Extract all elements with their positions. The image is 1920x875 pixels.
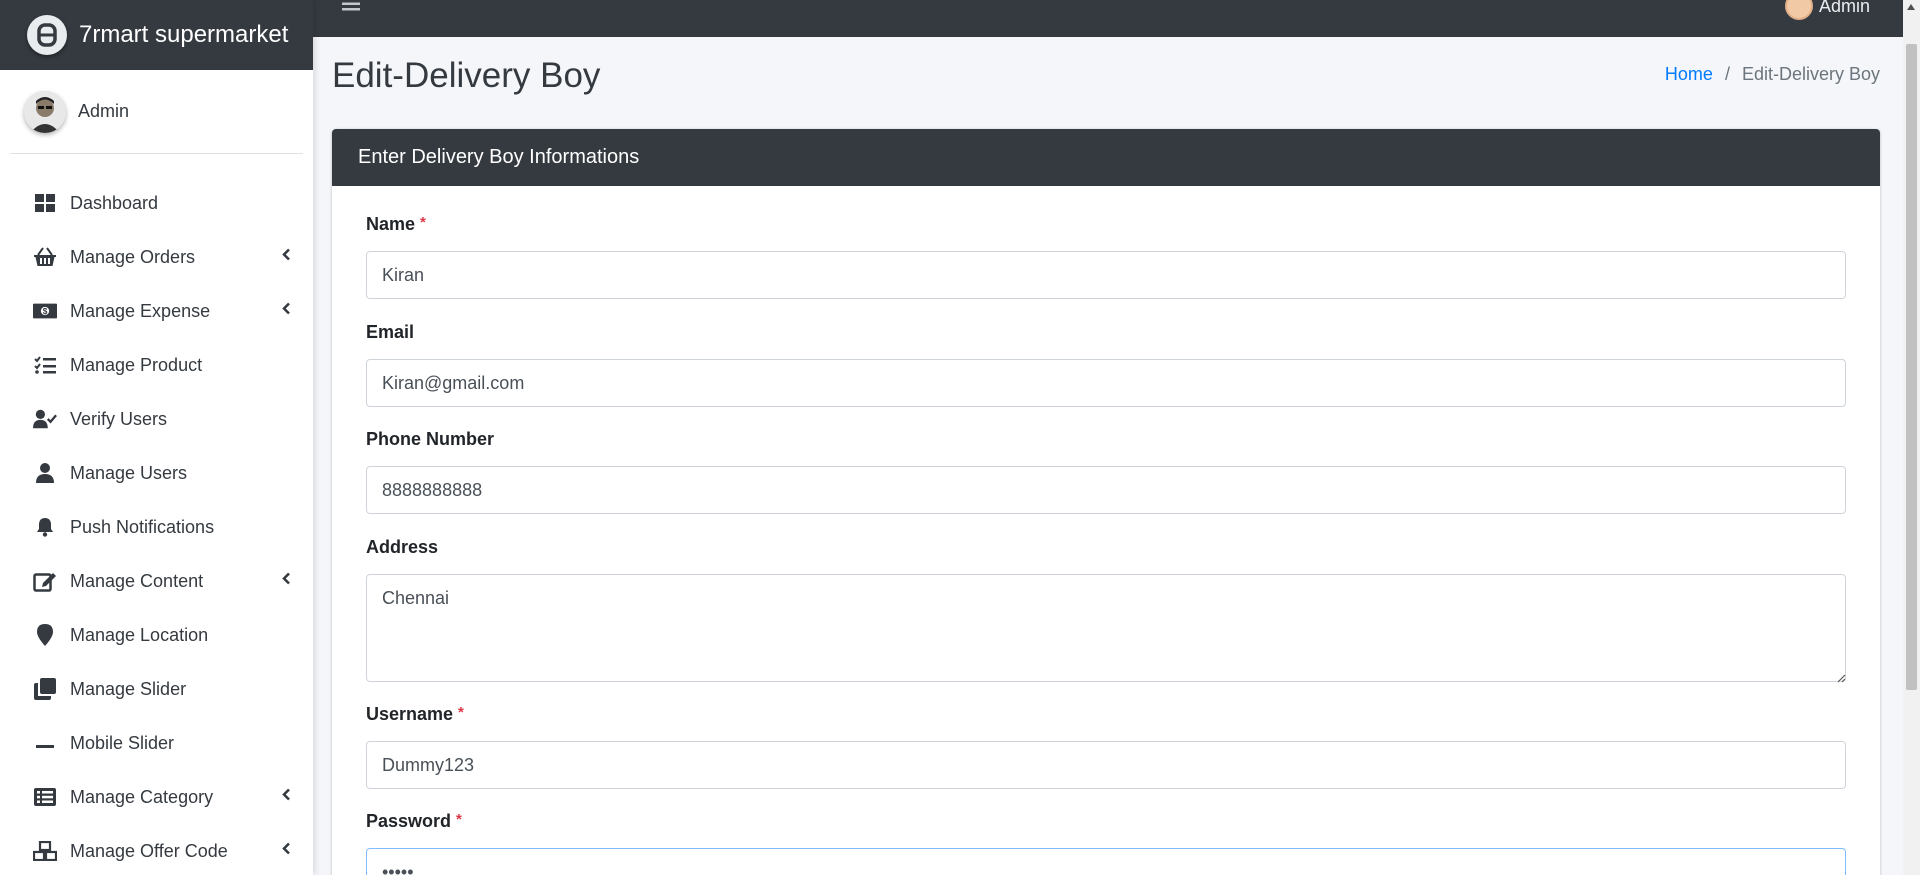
delivery-boy-form-card: Enter Delivery Boy Informations Name* Em…: [332, 129, 1880, 875]
sidebar-item-push-notifications[interactable]: Push Notifications: [0, 500, 313, 554]
sidebar-item-manage-content[interactable]: Manage Content: [0, 554, 313, 608]
user-panel[interactable]: Admin: [10, 70, 303, 154]
page-title: Edit-Delivery Boy: [332, 56, 601, 95]
address-label: Address: [366, 537, 439, 557]
sidebar-item-manage-offer-code[interactable]: Manage Offer Code: [0, 824, 313, 875]
sidebar-nav: Dashboard Manage Orders $ Manage Expense: [0, 154, 313, 875]
avatar: [24, 90, 66, 133]
password-label-text: Password: [366, 811, 452, 831]
clone-icon: [33, 677, 57, 701]
chevron-left-icon: [282, 248, 291, 266]
sidebar-item-label: Manage Users: [70, 462, 188, 483]
hamburger-menu-icon[interactable]: [342, 0, 360, 14]
card-header: Enter Delivery Boy Informations: [332, 129, 1880, 186]
required-marker: *: [456, 811, 462, 828]
name-label: Name *: [366, 214, 426, 235]
sidebar-item-manage-users[interactable]: Manage Users: [0, 446, 313, 500]
avatar: [1784, 0, 1813, 20]
resize-grip-icon[interactable]: [1836, 670, 1846, 683]
scrollbar-thumb[interactable]: [1906, 44, 1917, 690]
phone-label: Phone Number: [366, 429, 495, 449]
scroll-up-arrow-icon[interactable]: [1907, 4, 1915, 10]
password-input[interactable]: [366, 848, 1846, 875]
svg-text:$: $: [43, 306, 48, 316]
dashboard-icon: [33, 191, 57, 215]
email-label: Email: [366, 322, 415, 342]
sidebar-item-label: Push Notifications: [70, 516, 215, 537]
brand-link[interactable]: 7rmart supermarket: [0, 0, 313, 70]
name-label-text: Name: [366, 214, 416, 234]
breadcrumb: Home / Edit-Delivery Boy: [1665, 64, 1880, 85]
sidebar-item-label: Verify Users: [70, 408, 168, 429]
sidebar-item-manage-orders[interactable]: Manage Orders: [0, 230, 313, 284]
cubes-icon: [33, 839, 57, 863]
sidebar-item-label: Mobile Slider: [70, 732, 175, 753]
map-marker-icon: [33, 623, 57, 647]
edit-icon: [33, 569, 57, 593]
sidebar-item-manage-location[interactable]: Manage Location: [0, 608, 313, 662]
sidebar-item-manage-product[interactable]: Manage Product: [0, 338, 313, 392]
chevron-left-icon: [282, 842, 291, 860]
top-navbar: Admin: [313, 0, 1920, 37]
sidebar: 7rmart supermarket Admin Dashboard Manag…: [0, 0, 313, 875]
sidebar-item-manage-expense[interactable]: $ Manage Expense: [0, 284, 313, 338]
username-label: Username *: [366, 704, 464, 725]
top-user-menu[interactable]: Admin: [1784, 0, 1870, 20]
sidebar-item-manage-category[interactable]: Manage Category: [0, 770, 313, 824]
page-scrollbar[interactable]: [1903, 0, 1920, 875]
sidebar-item-label: Manage Product: [70, 354, 203, 375]
sidebar-user-name: Admin: [78, 101, 130, 121]
phone-input[interactable]: [366, 466, 1846, 514]
tasks-icon: [33, 353, 57, 377]
top-user-name: Admin: [1818, 0, 1870, 16]
email-input[interactable]: [366, 359, 1846, 407]
sidebar-item-label: Manage Offer Code: [70, 840, 228, 861]
sidebar-item-label: Dashboard: [70, 192, 159, 213]
chevron-left-icon: [282, 302, 291, 320]
address-textarea[interactable]: Chennai: [366, 574, 1846, 682]
brand-logo-icon: [27, 15, 67, 55]
required-marker: *: [420, 214, 426, 231]
money-bill-icon: $: [33, 299, 57, 323]
user-icon: [33, 461, 57, 485]
sidebar-item-manage-slider[interactable]: Manage Slider: [0, 662, 313, 716]
sidebar-item-label: Manage Expense: [70, 300, 211, 321]
username-input[interactable]: [366, 741, 1846, 789]
sidebar-item-dashboard[interactable]: Dashboard: [0, 176, 313, 230]
breadcrumb-current: Edit-Delivery Boy: [1741, 64, 1880, 84]
username-label-text: Username: [366, 704, 454, 724]
bell-icon: [33, 515, 57, 539]
sidebar-item-verify-users[interactable]: Verify Users: [0, 392, 313, 446]
user-check-icon: [33, 407, 57, 431]
required-marker: *: [458, 704, 464, 721]
breadcrumb-separator: /: [1724, 64, 1730, 84]
name-input[interactable]: [366, 251, 1846, 299]
chevron-left-icon: [282, 572, 291, 590]
basket-icon: [33, 245, 57, 269]
sidebar-item-label: Manage Content: [70, 570, 204, 591]
sidebar-item-mobile-slider[interactable]: Mobile Slider: [0, 716, 313, 770]
breadcrumb-home-link[interactable]: Home: [1665, 64, 1713, 85]
chevron-left-icon: [282, 788, 291, 806]
sidebar-item-label: Manage Category: [70, 786, 214, 807]
brand-name: 7rmart supermarket: [79, 21, 289, 48]
sidebar-item-label: Manage Orders: [70, 246, 196, 267]
password-label: Password *: [366, 811, 462, 832]
minus-icon: [33, 731, 57, 755]
sidebar-item-label: Manage Slider: [70, 678, 187, 699]
list-icon: [33, 785, 57, 809]
sidebar-item-label: Manage Location: [70, 624, 209, 645]
